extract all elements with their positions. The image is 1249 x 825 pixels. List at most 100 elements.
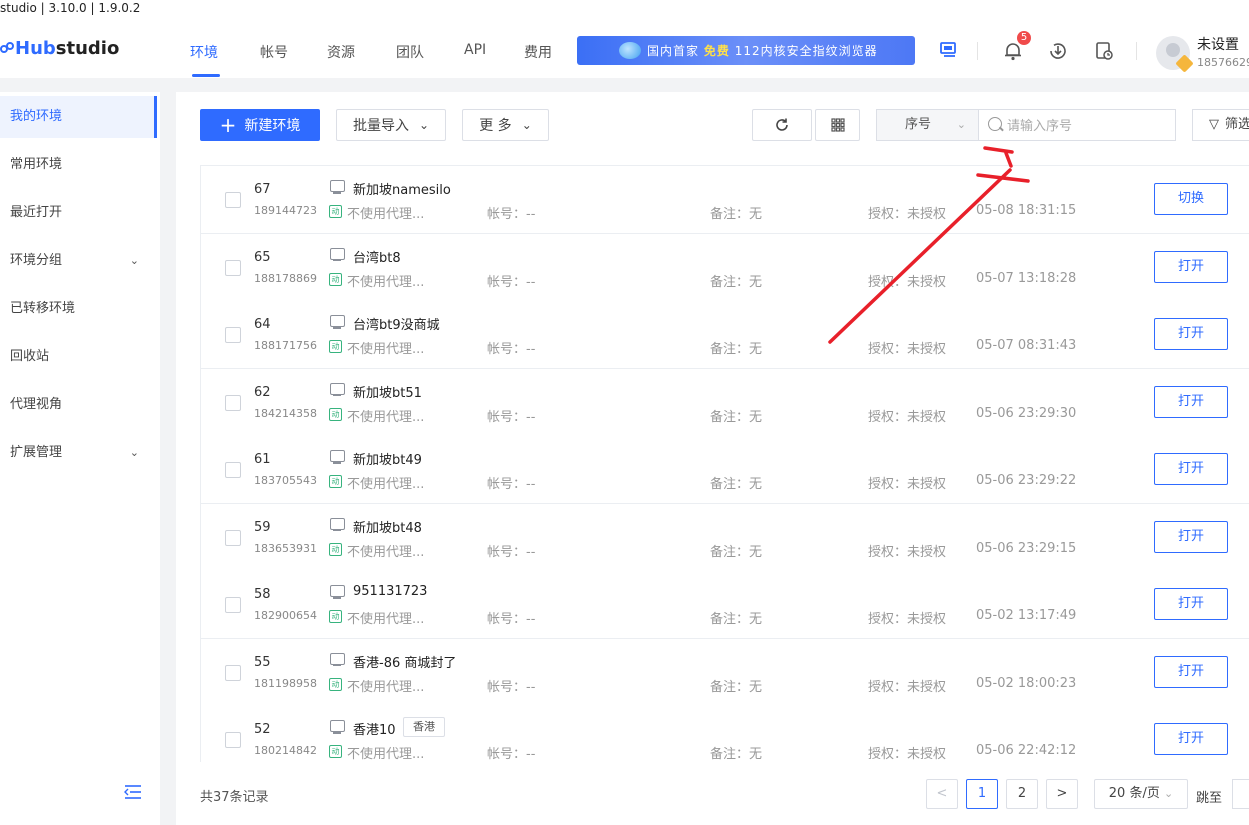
sidebar-item-env-group[interactable]: 环境分组 ⌄ [0,240,157,282]
sidebar-item-extensions[interactable]: 扩展管理 ⌄ [0,432,157,474]
promo-banner[interactable]: 国内首家 免费 112内核安全指纹浏览器 [577,36,915,65]
env-name[interactable]: 香港-86 商城封了 [353,652,456,671]
table-row[interactable]: 58 182900654 951131723 动不使用代理... 帐号：-- 备注：无 授权… [201,571,1249,639]
account-info: 帐号：-- [487,477,536,492]
env-sync-icon[interactable] [938,39,960,61]
prev-page-button[interactable]: < [926,779,958,809]
more-dropdown[interactable]: 更 多 ⌄ [462,109,549,141]
dynamic-proxy-icon: 动 [329,407,342,421]
table-row[interactable]: 52 180214842 香港10 香港动不使用代理... 帐号：-- 备注：无 授权：未授… [201,706,1249,762]
auth-info: 授权：未授权 [868,342,947,357]
environment-list: 67 189144723 新加坡namesilo 动不使用代理... 帐号：-- 备注：无… [200,165,1249,762]
row-checkbox[interactable] [225,529,241,546]
monitor-icon [330,180,345,194]
row-checkbox[interactable] [225,192,241,208]
refresh-button[interactable] [752,109,812,141]
open-env-button[interactable]: 打开 [1154,453,1228,485]
jump-page-input[interactable] [1232,779,1249,809]
env-name[interactable]: 新加坡bt49 [353,449,422,468]
grid-view-button[interactable] [815,109,860,141]
row-checkbox[interactable] [225,259,241,276]
page-2-button[interactable]: 2 [1006,779,1038,809]
table-row[interactable]: 65 188178869 台湾bt8 动不使用代理... 帐号：-- 备注：无 授权：未授权… [201,233,1249,302]
nav-tab-team[interactable]: 团队 [396,42,424,62]
row-id: 188178869 [254,271,317,285]
chevron-down-icon: ⌄ [521,118,532,132]
divider [1136,42,1137,60]
banner-free: 免费 [703,44,730,58]
account-info: 帐号：-- [487,544,536,560]
table-row[interactable]: 67 189144723 新加坡namesilo 动不使用代理... 帐号：-- 备注：无… [201,166,1249,234]
sidebar-item-my-env[interactable]: 我的环境 [0,96,157,138]
nav-tab-environment[interactable]: 环境 [190,42,218,62]
row-checkbox[interactable] [225,462,241,478]
filter-label: 筛选 [1225,117,1249,132]
nav-tab-billing[interactable]: 费用 [524,42,552,62]
env-name[interactable]: 新加坡bt48 [353,517,422,536]
note-info: 备注：无 [710,342,763,357]
nav-tab-api[interactable]: API [464,42,486,58]
sidebar-item-recycle-bin[interactable]: 回收站 [0,336,157,378]
new-env-button[interactable]: + 新建环境 [200,109,320,141]
row-checkbox[interactable] [225,327,241,343]
account-info: 帐号：-- [487,342,536,357]
open-env-button[interactable]: 打开 [1154,723,1228,755]
batch-import-dropdown[interactable]: 批量导入 ⌄ [336,109,446,141]
open-env-button[interactable]: 打开 [1154,318,1228,350]
open-env-button[interactable]: 打开 [1154,250,1228,283]
page-size-select[interactable]: 20 条/页 ⌄ [1094,779,1188,809]
search-input[interactable] [978,109,1176,141]
proxy-info: 不使用代理... [347,477,425,492]
row-checkbox[interactable] [225,597,241,613]
sidebar-item-label: 我的环境 [10,109,63,124]
top-navbar: Hub studio 环境 帐号 资源 团队 API 费用 国内首家 免费 112… [0,20,1249,78]
proxy-info: 不使用代理... [347,612,425,627]
open-env-button[interactable]: 切换 [1154,183,1228,215]
sidebar-item-transferred[interactable]: 已转移环境 [0,288,157,330]
open-env-button[interactable]: 打开 [1154,385,1228,418]
next-page-button[interactable]: > [1046,779,1078,809]
nav-tab-account[interactable]: 帐号 [260,42,288,62]
env-name[interactable]: 台湾bt8 [353,247,401,266]
nav-tab-resource[interactable]: 资源 [327,42,355,62]
row-seq: 61 [254,452,271,467]
env-name[interactable]: 新加坡bt51 [353,382,422,401]
history-icon[interactable] [1093,40,1115,62]
window-title: studio | 3.10.0 | 1.9.0.2 [0,0,1249,20]
open-env-button[interactable]: 打开 [1154,655,1228,688]
sidebar-item-label: 回收站 [10,349,50,364]
page-1-button[interactable]: 1 [966,779,998,809]
note-info: 备注：无 [710,679,763,695]
table-row[interactable]: 59 183653931 新加坡bt48 动不使用代理... 帐号：-- 备注：无 授权：未… [201,503,1249,572]
monitor-icon [330,450,345,464]
row-checkbox[interactable] [225,394,241,411]
table-row[interactable]: 64 188171756 台湾bt9没商城动不使用代理... 帐号：-- 备注：无 授权：… [201,301,1249,369]
env-name[interactable]: 台湾bt9没商城 [353,314,440,333]
row-checkbox[interactable] [225,664,241,681]
user-name[interactable]: 未设置 [1197,34,1239,54]
env-name[interactable]: 香港10 [353,719,396,738]
logo-hub-text: Hub [15,38,56,59]
collapse-sidebar-icon[interactable] [124,784,142,800]
filter-button[interactable]: ▽ 筛选 [1192,109,1249,141]
table-row[interactable]: 61 183705543 新加坡bt49 动不使用代理... 帐号：-- 备注：无 授权：未… [201,436,1249,504]
account-info: 帐号：-- [487,747,536,762]
account-info: 帐号：-- [487,679,536,695]
last-open-time: 05-06 23:29:30 [976,405,1077,421]
monitor-icon [330,720,345,734]
download-icon[interactable] [1047,40,1069,62]
row-seq: 64 [254,317,271,332]
search-field-select[interactable]: 序号 ⌄ [876,109,978,141]
sidebar-item-proxy-view[interactable]: 代理视角 [0,384,157,426]
table-row[interactable]: 62 184214358 新加坡bt51 动不使用代理... 帐号：-- 备注：无 授权：未… [201,368,1249,437]
table-row[interactable]: 55 181198958 香港-86 商城封了动不使用代理... 帐号：-- 备注：无 授… [201,638,1249,707]
open-env-button[interactable]: 打开 [1154,520,1228,553]
sidebar-item-recent[interactable]: 最近打开 [0,192,157,234]
env-name[interactable]: 新加坡namesilo [353,179,451,198]
auth-info: 授权：未授权 [868,274,947,290]
open-env-button[interactable]: 打开 [1154,588,1228,620]
row-checkbox[interactable] [225,732,241,748]
divider [977,42,978,60]
env-name[interactable]: 951131723 [353,584,427,599]
sidebar-item-common-env[interactable]: 常用环境 [0,144,157,186]
